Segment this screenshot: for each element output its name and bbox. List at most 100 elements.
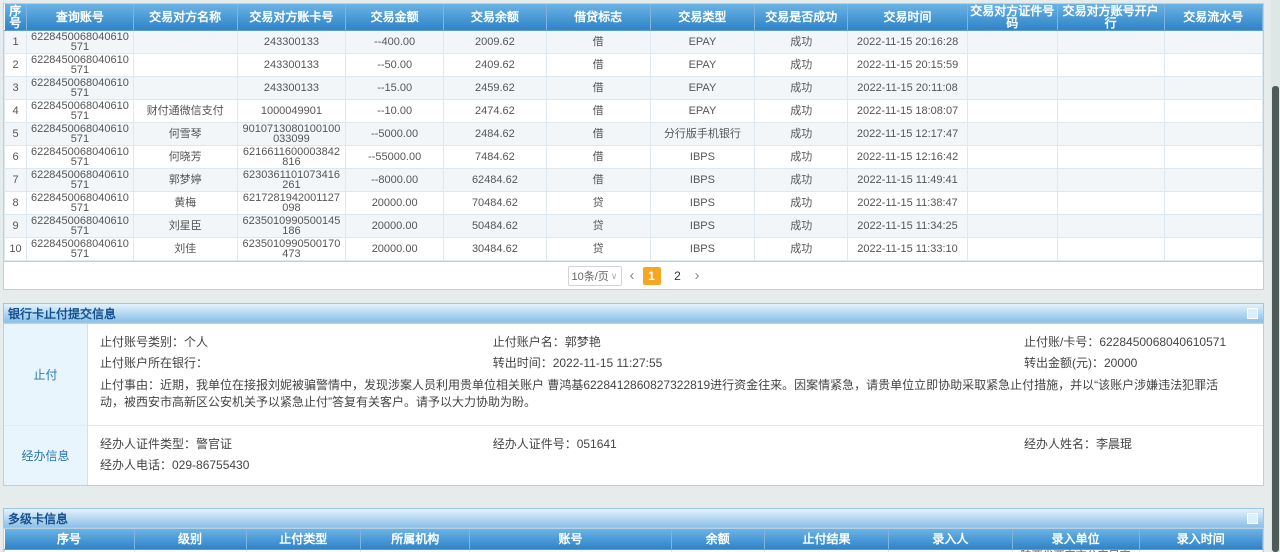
cell-amount: --400.00 xyxy=(346,31,444,54)
cell-serial xyxy=(1164,215,1262,238)
cell-type: IBPS xyxy=(650,192,755,215)
cell-success: 成功 xyxy=(755,31,848,54)
cell-type: EPAY xyxy=(650,54,755,77)
cell-counterparty-name xyxy=(133,77,237,100)
cell-amount: 20000.00 xyxy=(346,192,444,215)
transactions-body: 1 6228450068040610571 243300133 --400.00… xyxy=(5,31,1263,261)
cell-type: EPAY xyxy=(650,100,755,123)
page-1-button[interactable]: 1 xyxy=(643,267,661,285)
cell-amount: 20000.00 xyxy=(346,238,444,261)
cell-seq: 2 xyxy=(5,54,27,77)
cell-balance: 2474.62 xyxy=(444,100,547,123)
column-header: 交易对方名称 xyxy=(133,4,237,31)
next-page-button[interactable]: › xyxy=(695,267,700,285)
cell-counterparty-bank xyxy=(1057,77,1164,100)
cell-counterparty-card: 243300133 xyxy=(237,31,346,54)
field-value: 经办人电话：029-86755430 xyxy=(100,458,493,472)
stop-payment-reason: 止付事由：近期，我单位在接报刘妮被骗警情中，发现涉案人员利用贵单位相关账户 曹鸿… xyxy=(100,377,1255,411)
field-line: 经办人证件类型：警官证 经办人证件号：051641 经办人姓名：李晨琨 xyxy=(100,437,1255,451)
cell-debit-credit-flag: 借 xyxy=(546,100,650,123)
cell-success: 成功 xyxy=(755,169,848,192)
cell-counterparty-name: 刘佳 xyxy=(133,238,237,261)
cell-seq: 5 xyxy=(5,123,27,146)
cell-amount: --15.00 xyxy=(346,77,444,100)
cell-amount: --50.00 xyxy=(346,54,444,77)
cell-serial xyxy=(1164,77,1262,100)
cell-seq: 6 xyxy=(5,146,27,169)
multilevel-header-row: 序号级别止付类型所属机构账号余额止付结果录入人录入单位录入时间 xyxy=(5,529,1263,549)
cell-balance: 2409.62 xyxy=(444,54,547,77)
collapse-icon[interactable] xyxy=(1247,308,1258,319)
cell-query-account: 6228450068040610571 xyxy=(27,77,134,100)
cell-counterparty-id xyxy=(967,215,1057,238)
stop-payment-panel: 止付 止付账号类别：个人 止付账户名：郭梦艳 止付账/卡号：6228450068… xyxy=(3,323,1264,486)
column-header: 余额 xyxy=(671,529,764,549)
cell-counterparty-name: 黄梅 xyxy=(133,192,237,215)
field-value: 止付账户所在银行： xyxy=(100,356,493,370)
transactions-table: 序号查询账号交易对方名称交易对方账卡号交易金额交易余额借贷标志交易类型交易是否成… xyxy=(4,4,1263,261)
page-2-button[interactable]: 2 xyxy=(669,267,687,285)
column-header: 交易对方证件号码 xyxy=(967,4,1057,31)
field-value: 止付账号类别：个人 xyxy=(100,335,493,349)
cell-counterparty-bank xyxy=(1057,169,1164,192)
multilevel-card-table: 序号级别止付类型所属机构账号余额止付结果录入人录入单位录入时间 1 一级 第三方… xyxy=(4,529,1263,552)
pagination: 10条/页 ∨ ‹ 1 2 › xyxy=(3,262,1264,290)
cell-time: 2022-11-15 12:16:42 xyxy=(848,146,968,169)
cell-debit-credit-flag: 借 xyxy=(546,77,650,100)
cell-success: 成功 xyxy=(755,192,848,215)
cell-counterparty-bank xyxy=(1057,238,1164,261)
cell-counterparty-id xyxy=(967,31,1057,54)
cell-query-account: 6228450068040610571 xyxy=(27,123,134,146)
column-header: 交易对方账号开户行 xyxy=(1057,4,1164,31)
cell-counterparty-name: 郭梦婷 xyxy=(133,169,237,192)
column-header: 交易是否成功 xyxy=(755,4,848,31)
cell-query-account: 6228450068040610571 xyxy=(27,100,134,123)
cell-time: 2022-11-15 20:15:59 xyxy=(848,54,968,77)
cell-counterparty-bank xyxy=(1057,123,1164,146)
cell-time: 2022-11-15 11:33:10 xyxy=(848,238,968,261)
stop-payment-fields: 止付账号类别：个人 止付账户名：郭梦艳 止付账/卡号：6228450068040… xyxy=(100,335,1255,370)
cell-seq: 9 xyxy=(5,215,27,238)
cell-debit-credit-flag: 借 xyxy=(546,54,650,77)
page-size-select[interactable]: 10条/页 ∨ xyxy=(568,266,622,286)
cell-time: 2022-11-15 11:34:25 xyxy=(848,215,968,238)
field-line: 经办人电话：029-86755430 xyxy=(100,458,1255,472)
cell-counterparty-bank xyxy=(1057,192,1164,215)
column-header: 所属机构 xyxy=(360,529,469,549)
cell-counterparty-name xyxy=(133,31,237,54)
field-value: 止付账/卡号：6228450068040610571 xyxy=(1024,335,1255,349)
prev-page-button[interactable]: ‹ xyxy=(630,267,635,285)
field-value xyxy=(1024,458,1255,472)
cell-counterparty-id xyxy=(967,123,1057,146)
multilevel-card-panel: 序号级别止付类型所属机构账号余额止付结果录入人录入单位录入时间 1 一级 第三方… xyxy=(3,528,1264,552)
cell-query-account: 6228450068040610571 xyxy=(27,215,134,238)
cell-counterparty-bank xyxy=(1057,100,1164,123)
table-row: 8 6228450068040610571 黄梅 621728194200112… xyxy=(5,192,1263,215)
scrollbar-thumb[interactable] xyxy=(1272,86,1279,552)
cell-counterparty-card: 6216611600003842816 xyxy=(237,146,346,169)
cell-balance: 2459.62 xyxy=(444,77,547,100)
column-header: 借贷标志 xyxy=(546,4,650,31)
cell-success: 成功 xyxy=(755,100,848,123)
collapse-icon[interactable] xyxy=(1247,513,1258,524)
cell-debit-credit-flag: 贷 xyxy=(546,238,650,261)
cell-counterparty-card: 6235010990500170473 xyxy=(237,238,346,261)
cell-seq: 7 xyxy=(5,169,27,192)
handler-info-row: 经办信息 经办人证件类型：警官证 经办人证件号：051641 经办人姓名：李晨琨… xyxy=(4,425,1263,485)
column-header: 录入单位 xyxy=(1012,529,1139,549)
cell-counterparty-name: 财付通微信支付 xyxy=(133,100,237,123)
cell-counterparty-id xyxy=(967,169,1057,192)
cell-type: IBPS xyxy=(650,215,755,238)
column-header: 级别 xyxy=(134,529,246,549)
cell-balance: 50484.62 xyxy=(444,215,547,238)
cell-debit-credit-flag: 贷 xyxy=(546,215,650,238)
vertical-scrollbar[interactable] xyxy=(1271,0,1280,552)
handler-info-body: 经办人证件类型：警官证 经办人证件号：051641 经办人姓名：李晨琨 经办人电… xyxy=(88,426,1263,485)
cell-balance: 62484.62 xyxy=(444,169,547,192)
cell-counterparty-name: 刘星臣 xyxy=(133,215,237,238)
cell-type: IBPS xyxy=(650,146,755,169)
cell-counterparty-name xyxy=(133,54,237,77)
column-header: 录入人 xyxy=(889,529,1012,549)
cell-serial xyxy=(1164,238,1262,261)
cell-serial xyxy=(1164,54,1262,77)
